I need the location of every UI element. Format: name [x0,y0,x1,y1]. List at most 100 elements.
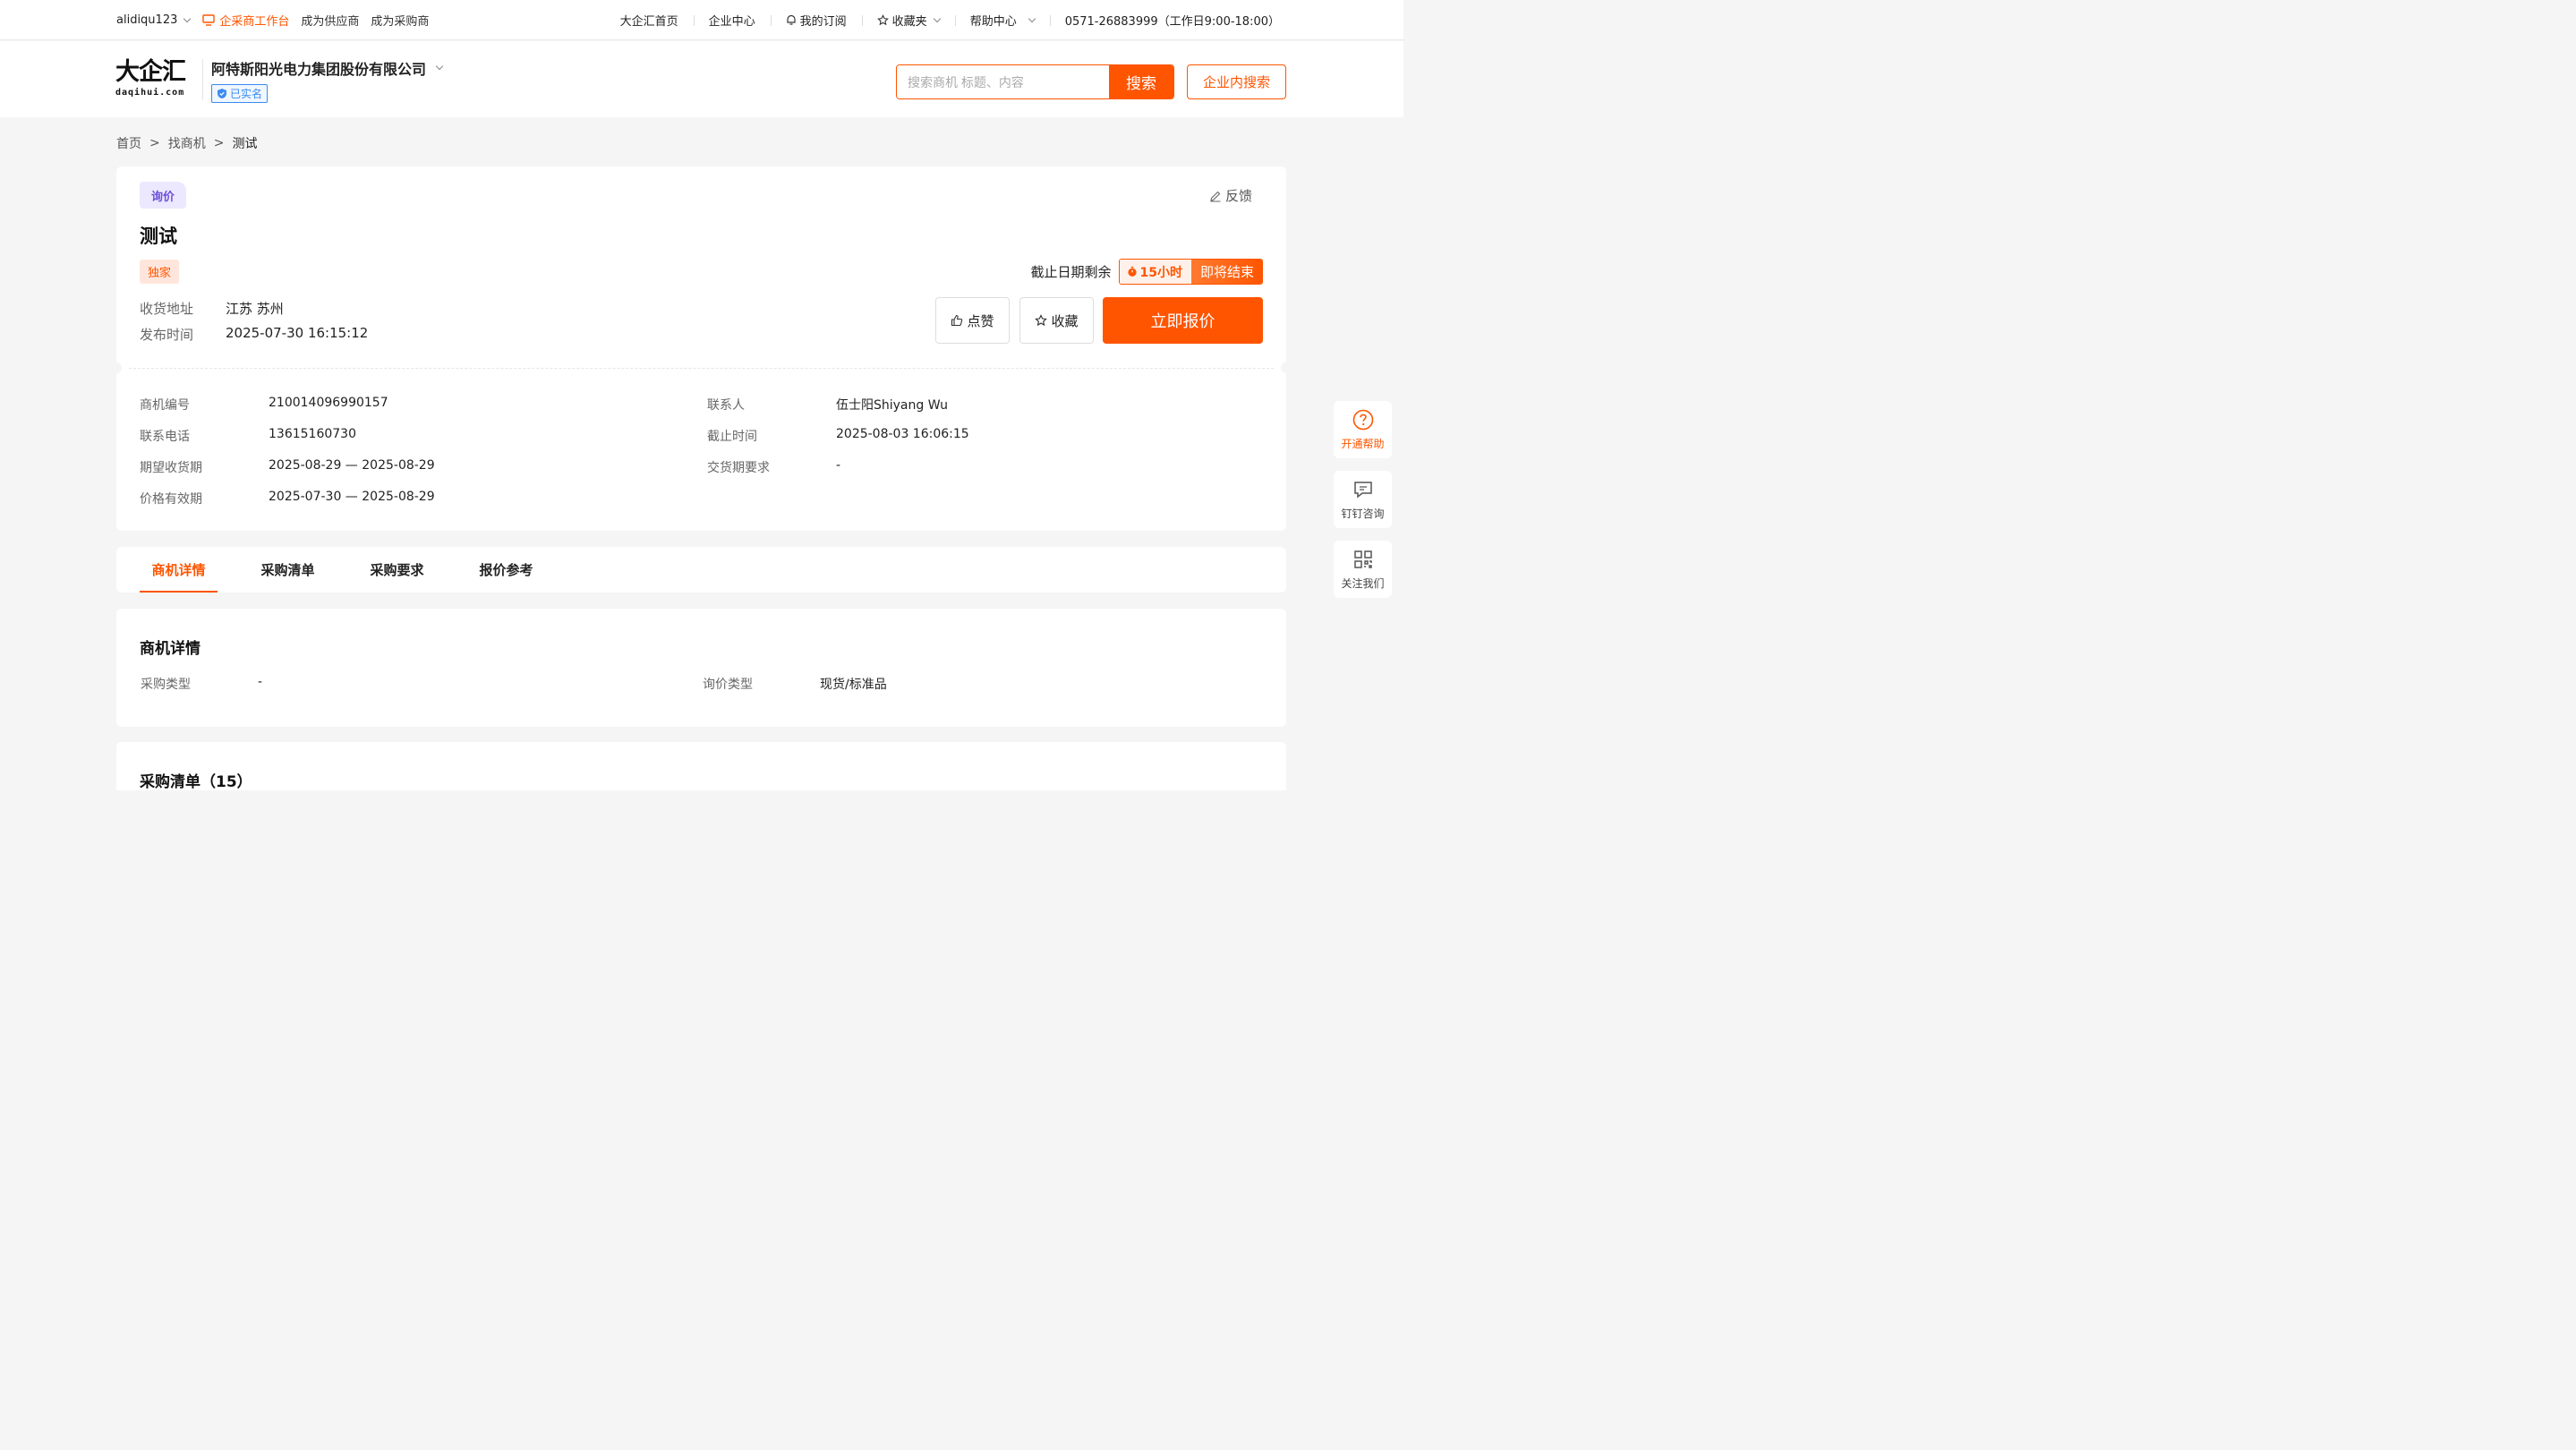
thumbs-up-icon [951,314,963,327]
deadline-label: 截止日期剩余 [1030,264,1112,280]
side-follow-button[interactable]: 关注我们 [1334,541,1392,598]
detail-label: 询价类型 [703,678,753,692]
nav-help[interactable]: 帮助中心 [954,12,1050,29]
company-name-label: 阿特斯阳光电力集团股份有限公司 [211,61,427,78]
chevron-down-icon [183,14,192,22]
chevron-down-icon [435,62,444,71]
favorite-button[interactable]: 收藏 [1019,297,1094,344]
breadcrumb-separator: > [213,136,225,150]
detail-label: 联系电话 [140,430,190,444]
search-input[interactable] [897,65,1109,98]
breadcrumb-current: 测试 [232,137,258,151]
countdown-badge: 15小时 即将结束 [1118,259,1263,285]
side-dingtalk-button[interactable]: 钉钉咨询 [1334,471,1392,528]
become-supplier-link[interactable]: 成为供应商 [301,12,359,29]
detail-value: 2025-08-29 — 2025-08-29 [269,458,435,473]
section-opportunity-detail: 商机详情 采购类型 - 询价类型 现货/标准品 [116,609,1286,727]
deadline-countdown: 截止日期剩余 15小时 即将结束 [1030,259,1263,285]
search-box: 搜索 [896,64,1174,99]
exclusive-tag: 独家 [140,260,179,284]
side-help-button[interactable]: 开通帮助 [1334,401,1392,458]
countdown-hours: 15小时 [1119,260,1191,284]
detail-opportunity-number: 商机编号 210014096990157 [140,396,388,414]
address-label: 收货地址 [140,301,194,317]
section-purchase-list: 采购清单（15） [116,742,1286,791]
opportunity-title: 测试 [140,226,177,247]
verified-label: 已实名 [230,88,263,100]
breadcrumb: 首页 > 找商机 > 测试 [116,134,257,152]
detail-value: 210014096990157 [269,396,388,410]
company-name[interactable]: 阿特斯阳光电力集团股份有限公司 [211,57,444,79]
detail-value: 现货/标准品 [820,678,887,692]
search-button[interactable]: 搜索 [1109,65,1173,98]
inquiry-tag: 询价 [140,182,186,209]
favorite-label: 收藏 [1051,313,1079,329]
star-icon [1035,314,1048,327]
detail-label: 期望收货期 [140,461,202,475]
nav-home[interactable]: 大企汇首页 [605,12,694,29]
card-notch-left [111,362,122,373]
detail-value: 2025-07-30 — 2025-08-29 [269,490,435,504]
qr-code-icon [1353,550,1372,568]
star-icon [876,14,889,26]
nav-home-label: 大企汇首页 [619,15,678,29]
company-info: 阿特斯阳光电力集团股份有限公司 已实名 [211,57,444,103]
workbench-link[interactable]: 企采商工作台 [202,12,289,29]
user-menu[interactable]: alidiqu123 [116,13,192,27]
side-help-label: 开通帮助 [1341,437,1385,450]
detail-tabs: 商机详情 采购清单 采购要求 报价参考 [116,547,1286,593]
detail-label: 联系人 [707,398,745,413]
detail-value: 13615160730 [269,427,356,441]
nav-enterprise-center-label: 企业中心 [708,15,755,29]
logo-divider [202,59,203,100]
detail-deadline-time: 截止时间 2025-08-03 16:06:15 [707,427,969,445]
feedback-button[interactable]: 反馈 [1209,186,1252,205]
detail-expected-delivery: 期望收货期 2025-08-29 — 2025-08-29 [140,458,435,476]
chat-icon [1353,481,1372,499]
tab-opportunity-detail[interactable]: 商机详情 [140,547,218,593]
publish-time-row: 发布时间 2025-07-30 16:15:12 [140,325,368,344]
detail-label: 商机编号 [140,398,190,413]
detail-label: 采购类型 [141,678,191,692]
nav-enterprise-center[interactable]: 企业中心 [693,12,771,29]
topbar-right-nav: 大企汇首页 企业中心 我的订阅 收藏夹 帮助中心 0571-26883999（工… [605,0,1280,40]
address-row: 收货地址 江苏 苏州 [140,299,284,318]
breadcrumb-find-opportunity[interactable]: 找商机 [168,134,206,152]
site-header: 大企汇 daqihui.com 阿特斯阳光电力集团股份有限公司 已实名 搜索 企… [0,41,1403,117]
workbench-label: 企采商工作台 [219,15,290,29]
side-dingtalk-label: 钉钉咨询 [1341,507,1385,520]
tab-quote-reference[interactable]: 报价参考 [467,547,545,593]
detail-price-validity: 价格有效期 2025-07-30 — 2025-08-29 [140,490,435,508]
tab-purchase-requirements[interactable]: 采购要求 [358,547,436,593]
become-buyer-link[interactable]: 成为采购商 [371,12,429,29]
shield-check-icon [218,89,226,98]
detail-delivery-requirement: 交货期要求 - [707,458,840,476]
nav-subscription[interactable]: 我的订阅 [770,12,862,29]
site-logo[interactable]: 大企汇 daqihui.com [115,59,196,104]
detail-label: 交货期要求 [707,461,770,475]
verified-badge: 已实名 [211,84,269,103]
quote-now-button[interactable]: 立即报价 [1103,297,1263,344]
bell-icon [787,14,796,25]
like-button[interactable]: 点赞 [935,297,1010,344]
top-utility-bar: alidiqu123 企采商工作台 成为供应商 成为采购商 大企汇首页 企业中心… [0,0,1403,40]
stopwatch-icon [1127,266,1137,277]
card-divider [116,367,1286,378]
detail-value: 伍士阳Shiyang Wu [836,398,948,413]
service-phone-label: 0571-26883999（工作日9:00-18:00） [1064,15,1280,29]
edit-icon [1210,191,1221,202]
nav-help-label: 帮助中心 [969,15,1017,29]
tab-purchase-list[interactable]: 采购清单 [249,547,327,593]
card-notch-right [1281,362,1292,373]
address-value: 江苏 苏州 [226,301,284,317]
logo-text: 大企汇 [115,58,186,86]
nav-favorites[interactable]: 收藏夹 [861,12,955,29]
detail-label: 价格有效期 [140,492,202,507]
inner-search-button[interactable]: 企业内搜索 [1187,64,1286,99]
breadcrumb-home[interactable]: 首页 [116,134,141,152]
username: alidiqu123 [116,13,178,27]
section-title: 商机详情 [140,640,200,658]
detail-label: 截止时间 [707,430,757,444]
nav-favorites-label: 收藏夹 [891,15,927,29]
chevron-down-icon [933,14,941,22]
